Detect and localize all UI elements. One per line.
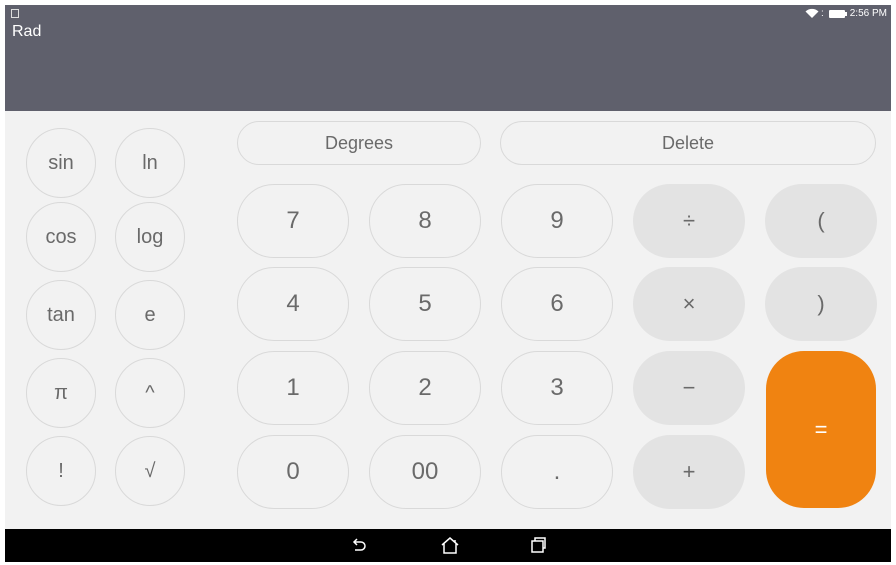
battery-icon xyxy=(828,9,847,18)
display-area: Rad : 2:56 PM xyxy=(5,5,891,111)
ln-button[interactable]: ln xyxy=(115,128,185,198)
equals-button[interactable]: = xyxy=(766,351,876,508)
digit-00-button[interactable]: 00 xyxy=(369,435,481,509)
close-paren-button[interactable]: ) xyxy=(765,267,877,341)
minus-button[interactable]: − xyxy=(633,351,745,425)
wifi-icon xyxy=(805,8,819,19)
clock: 2:56 PM xyxy=(849,8,887,19)
status-bar: : 2:56 PM xyxy=(805,8,887,19)
digit-9-button[interactable]: 9 xyxy=(501,184,613,258)
digit-3-button[interactable]: 3 xyxy=(501,351,613,425)
sqrt-button[interactable]: √ xyxy=(115,436,185,506)
factorial-button[interactable]: ! xyxy=(26,436,96,506)
cos-button[interactable]: cos xyxy=(26,202,96,272)
decimal-point-button[interactable]: . xyxy=(501,435,613,509)
navigation-bar xyxy=(5,529,891,562)
digit-7-button[interactable]: 7 xyxy=(237,184,349,258)
digit-1-button[interactable]: 1 xyxy=(237,351,349,425)
digit-0-button[interactable]: 0 xyxy=(237,435,349,509)
notification-icon xyxy=(11,9,19,18)
home-icon[interactable] xyxy=(439,535,461,555)
open-paren-button[interactable]: ( xyxy=(765,184,877,258)
digit-2-button[interactable]: 2 xyxy=(369,351,481,425)
divide-button[interactable]: ÷ xyxy=(633,184,745,258)
digit-4-button[interactable]: 4 xyxy=(237,267,349,341)
e-button[interactable]: e xyxy=(115,280,185,350)
log-button[interactable]: log xyxy=(115,202,185,272)
status-separator: : xyxy=(820,8,824,19)
sin-button[interactable]: sin xyxy=(26,128,96,198)
power-button[interactable]: ^ xyxy=(115,358,185,428)
calculator-app: Rad : 2:56 PM Degrees Delete sin ln cos … xyxy=(5,5,891,562)
plus-button[interactable]: + xyxy=(633,435,745,509)
pi-button[interactable]: π xyxy=(26,358,96,428)
degrees-toggle-button[interactable]: Degrees xyxy=(237,121,481,165)
back-icon[interactable] xyxy=(349,535,369,555)
tan-button[interactable]: tan xyxy=(26,280,96,350)
digit-5-button[interactable]: 5 xyxy=(369,267,481,341)
angle-mode-indicator: Rad xyxy=(12,23,42,40)
recent-apps-icon[interactable] xyxy=(528,535,548,555)
digit-8-button[interactable]: 8 xyxy=(369,184,481,258)
digit-6-button[interactable]: 6 xyxy=(501,267,613,341)
multiply-button[interactable]: × xyxy=(633,267,745,341)
delete-button[interactable]: Delete xyxy=(500,121,876,165)
